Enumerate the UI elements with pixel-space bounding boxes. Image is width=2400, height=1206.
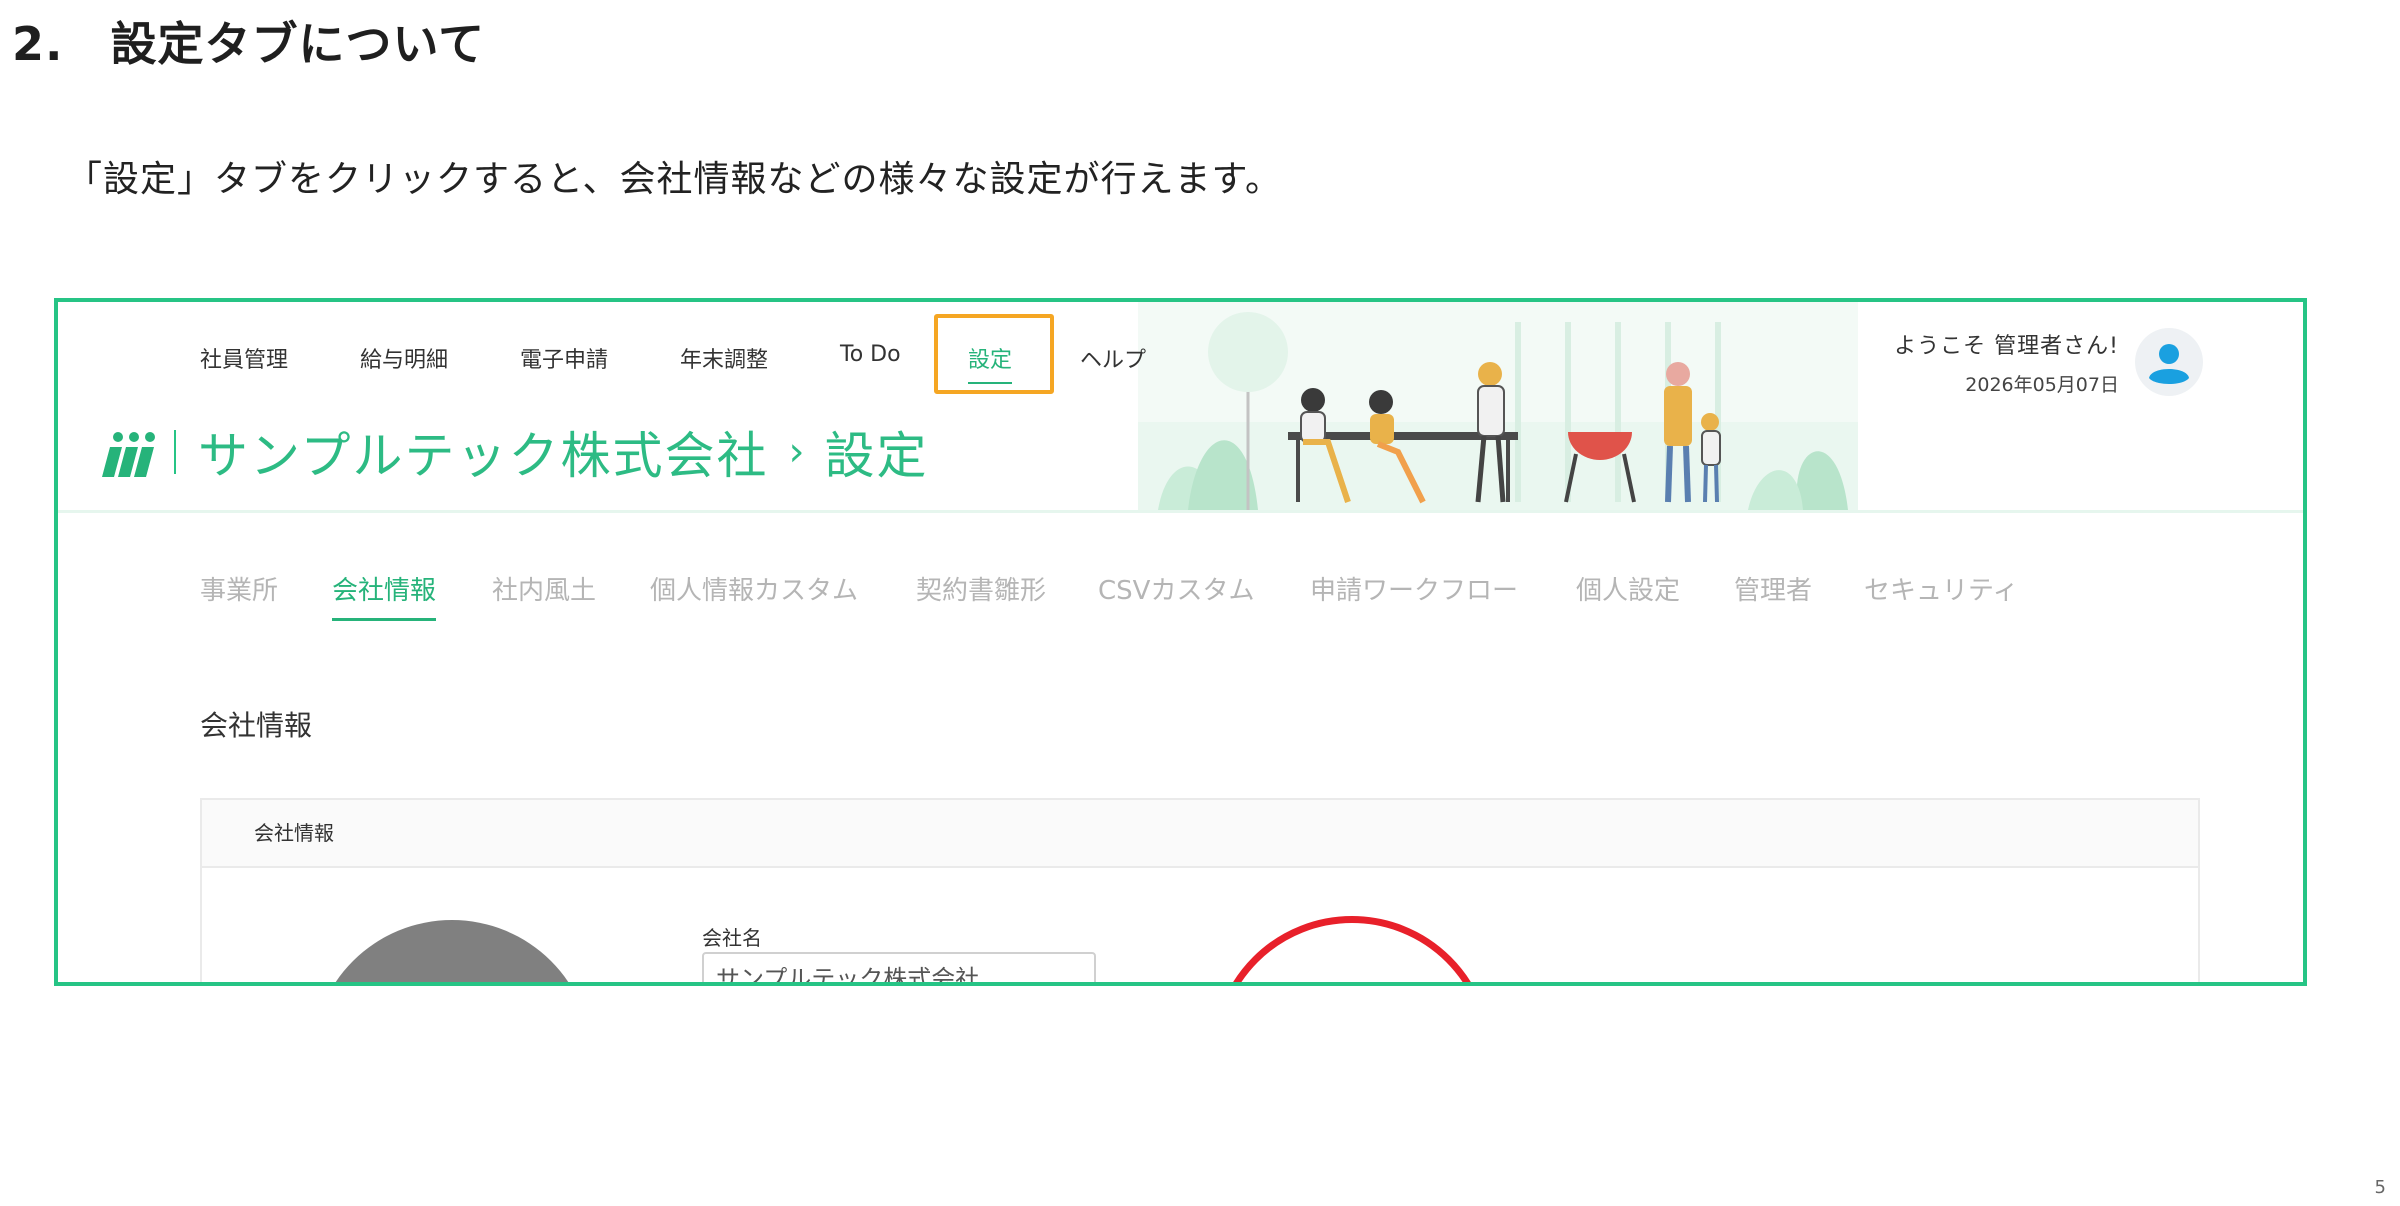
app-header: 社員管理 給与明細 電子申請 年末調整 To Do 設定 ヘルプ サンプルテック… — [58, 302, 2303, 513]
breadcrumb-arrow-icon: › — [788, 429, 805, 475]
card-header: 会社情報 — [202, 800, 2198, 868]
company-logo-icon — [102, 432, 155, 477]
tab-administrator[interactable]: 管理者 — [1734, 570, 1812, 607]
tab-corporate-culture[interactable]: 社内風土 — [492, 570, 596, 607]
user-avatar-icon[interactable] — [2135, 328, 2203, 396]
current-date: 2026年05月07日 — [1965, 374, 2119, 396]
section-title: 会社情報 — [200, 709, 313, 742]
brand-breadcrumb: サンプルテック株式会社 › 設定 — [98, 412, 929, 492]
user-info: ようこそ 管理者さん! 2026年05月07日 — [1894, 328, 2119, 397]
tab-contract-template[interactable]: 契約書雛形 — [916, 570, 1046, 607]
red-annotation-circle — [1212, 916, 1492, 982]
company-name-title[interactable]: サンプルテック株式会社 — [198, 416, 769, 488]
page-number: 5 — [2374, 1177, 2386, 1198]
document-heading: 2. 設定タブについて — [12, 17, 486, 71]
settings-highlight-box — [934, 314, 1054, 394]
screenshot-frame: 社員管理 給与明細 電子申請 年末調整 To Do 設定 ヘルプ サンプルテック… — [54, 298, 2307, 986]
nav-electronic-application[interactable]: 電子申請 — [520, 342, 608, 374]
tab-csv-custom[interactable]: CSVカスタム — [1098, 570, 1254, 607]
brand-separator — [174, 430, 176, 474]
tab-office[interactable]: 事業所 — [200, 570, 278, 607]
current-page-title: 設定 — [824, 427, 929, 485]
nav-help[interactable]: ヘルプ — [1080, 342, 1146, 374]
welcome-message: ようこそ 管理者さん! — [1894, 334, 2119, 359]
tab-application-workflow[interactable]: 申請ワークフロー — [1310, 570, 1518, 607]
nav-employee-management[interactable]: 社員管理 — [200, 342, 288, 374]
tab-security[interactable]: セキュリティ — [1864, 570, 2018, 607]
company-logo-placeholder[interactable] — [312, 920, 592, 982]
tab-personal-settings[interactable]: 個人設定 — [1576, 570, 1680, 607]
nav-todo[interactable]: To Do — [840, 342, 901, 367]
tab-company-info[interactable]: 会社情報 — [332, 570, 437, 621]
nav-payslip[interactable]: 給与明細 — [360, 342, 448, 374]
header-illustration — [1138, 302, 1858, 510]
company-name-input[interactable] — [702, 952, 1096, 982]
intro-text: 「設定」タブをクリックすると、会社情報などの様々な設定が行えます。 — [66, 159, 1282, 200]
nav-year-end-adjustment[interactable]: 年末調整 — [680, 342, 768, 374]
tab-personal-info-custom[interactable]: 個人情報カスタム — [650, 570, 858, 607]
company-info-card: 会社情報 会社名 — [200, 798, 2200, 982]
company-name-label: 会社名 — [702, 926, 762, 950]
